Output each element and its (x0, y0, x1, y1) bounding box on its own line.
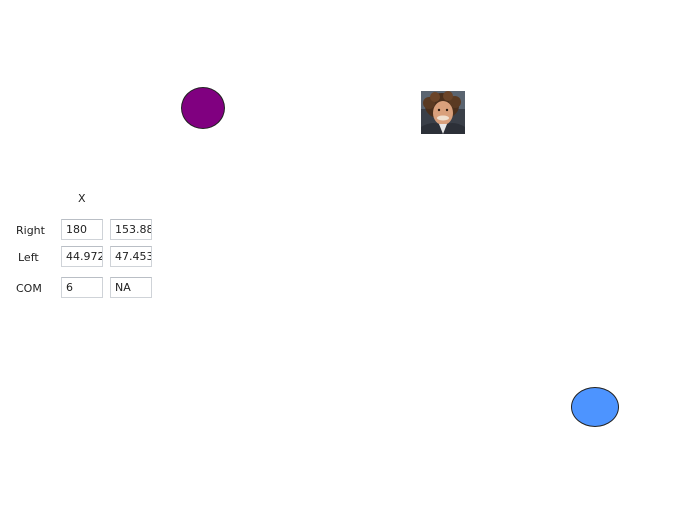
person-photo-icon[interactable] (421, 91, 465, 134)
photo-svg (421, 91, 465, 134)
right-row-label: Right (16, 224, 45, 237)
purple-circle[interactable] (181, 87, 225, 129)
right-value2-field[interactable]: 153.88 (110, 219, 152, 240)
blue-circle[interactable] (571, 387, 619, 427)
com-value2-field[interactable]: NA (110, 277, 152, 298)
com-value1-field[interactable]: 6 (61, 277, 103, 298)
right-value1-field[interactable]: 180 (61, 219, 103, 240)
left-value1-field[interactable]: 44.972 (61, 246, 103, 267)
left-row-label: Left (18, 251, 39, 264)
canvas: X Right 180 153.88 Left 44.972 47.453 CO… (0, 0, 690, 505)
x-column-header: X (78, 192, 86, 205)
com-row-label: COM (16, 282, 42, 295)
left-value2-field[interactable]: 47.453 (110, 246, 152, 267)
